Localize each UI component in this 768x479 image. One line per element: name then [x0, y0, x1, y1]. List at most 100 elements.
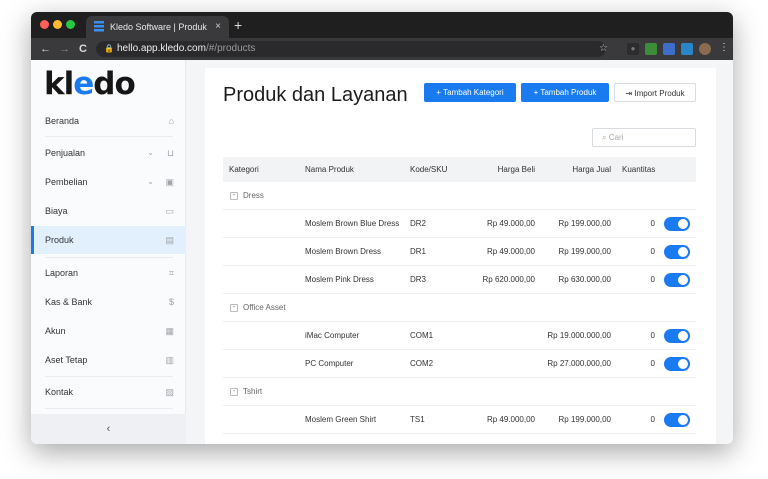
page-title: Produk dan Layanan — [223, 84, 408, 106]
category-name: Dress — [243, 191, 264, 200]
quantity: 0 — [650, 415, 655, 424]
box-icon: ▤ — [165, 235, 174, 245]
main-panel: Produk dan Layanan + Tambah Kategori + T… — [205, 68, 716, 444]
import-button-label: Import Produk — [634, 89, 685, 98]
import-product-button[interactable]: ⇥ Import Produk — [614, 83, 696, 102]
browser-tab[interactable]: Kledo Software | Produk × — [86, 16, 229, 38]
sidebar-item-kontak[interactable]: Kontak ▨ — [31, 378, 186, 406]
column-header: Nama Produk — [305, 165, 354, 174]
product-name[interactable]: Moslem Brown Dress — [305, 238, 381, 266]
sidebar-item-label: Aset Tetap — [45, 355, 88, 365]
product-name[interactable]: Moslem Pink Dress — [305, 266, 374, 294]
product-name[interactable]: iMac Computer — [305, 322, 359, 350]
address-toolbar: ← → C 🔒 hello.app.kledo.com/#/products ☆… — [31, 38, 733, 60]
url-host: hello.app.kledo.com — [117, 43, 206, 54]
sidebar-item-label: Pembelian — [45, 177, 88, 187]
building-icon: ▥ — [165, 355, 174, 365]
category-row[interactable]: - Office Asset — [223, 294, 696, 322]
extension-seo-icon[interactable] — [645, 43, 657, 55]
new-tab-button[interactable]: + — [234, 14, 242, 36]
extension-new-icon[interactable] — [681, 43, 693, 55]
bookmark-star-icon[interactable]: ☆ — [599, 41, 608, 57]
chevron-down-icon: ⌄ — [147, 177, 154, 186]
sidebar-item-produk[interactable]: Produk ▤ — [31, 226, 186, 254]
active-toggle[interactable] — [664, 413, 690, 427]
sidebar-item-pembelian[interactable]: Pembelian ⌄ ▣ — [31, 168, 186, 196]
sell-price: Rp 27.000.000,00 — [547, 359, 611, 368]
sidebar-item-label: Kas & Bank — [45, 297, 93, 307]
add-category-button[interactable]: + Tambah Kategori — [424, 83, 516, 102]
active-toggle[interactable] — [664, 273, 690, 287]
active-toggle[interactable] — [664, 357, 690, 371]
product-sku: DR3 — [410, 275, 427, 284]
lock-icon: 🔒 — [104, 44, 114, 53]
sidebar-item-beranda[interactable]: Beranda ⌂ — [31, 107, 186, 135]
search-icon: ⌕ — [602, 133, 607, 142]
chevron-down-icon: ⌄ — [147, 148, 154, 157]
browser-menu-icon[interactable]: ⋮ — [719, 42, 729, 53]
table-row[interactable]: PC Computer COM2 Rp 27.000.000,00 0 — [223, 350, 696, 378]
maximize-window-icon[interactable] — [66, 20, 75, 29]
collapse-toggle-icon[interactable]: - — [230, 192, 238, 200]
collapse-toggle-icon[interactable]: - — [230, 388, 238, 396]
sidebar-item-biaya[interactable]: Biaya ▭ — [31, 197, 186, 225]
bag-icon: ▣ — [165, 177, 174, 187]
table-row[interactable]: Moslem Brown Dress DR1 Rp 49.000,00 Rp 1… — [223, 238, 696, 266]
sidebar-item-label: Biaya — [45, 206, 68, 216]
column-header: Kategori — [229, 165, 259, 174]
table-row[interactable]: Moslem Green Shirt TS1 Rp 49.000,00 Rp 1… — [223, 406, 696, 434]
category-row[interactable]: - Tshirt — [223, 378, 696, 406]
extension-check-icon[interactable] — [663, 43, 675, 55]
profile-avatar[interactable] — [699, 43, 711, 55]
kledo-logo[interactable]: kledo — [44, 66, 136, 102]
sidebar-item-kas-bank[interactable]: Kas & Bank $ — [31, 288, 186, 316]
url-path: /#/products — [205, 43, 256, 54]
sell-price: Rp 199.000,00 — [558, 415, 612, 424]
kledo-favicon-icon — [94, 21, 104, 32]
sidebar-item-laporan[interactable]: Laporan ⌗ — [31, 259, 186, 287]
sidebar-item-akun[interactable]: Akun ▦ — [31, 317, 186, 345]
category-name: Office Asset — [243, 303, 286, 312]
extension-icon[interactable]: ● — [627, 43, 639, 55]
sidebar-item-label: Beranda — [45, 116, 80, 126]
browser-window: Kledo Software | Produk × + ← → C 🔒 hell… — [31, 12, 733, 444]
tab-close-icon[interactable]: × — [215, 16, 221, 38]
sidebar-item-aset-tetap[interactable]: Aset Tetap ▥ — [31, 346, 186, 374]
search-placeholder: Cari — [608, 133, 624, 142]
book-icon: ▦ — [165, 326, 174, 336]
sidebar-item-label: Penjualan — [45, 148, 86, 158]
category-row[interactable]: - Dress — [223, 182, 696, 210]
sidebar-collapse-button[interactable]: ‹ — [31, 414, 186, 444]
close-window-icon[interactable] — [40, 20, 49, 29]
active-toggle[interactable] — [664, 329, 690, 343]
active-toggle[interactable] — [664, 217, 690, 231]
active-toggle[interactable] — [664, 245, 690, 259]
minimize-window-icon[interactable] — [53, 20, 62, 29]
back-icon[interactable]: ← — [40, 40, 51, 58]
search-input[interactable]: ⌕ Cari — [592, 128, 696, 147]
reload-icon[interactable]: C — [79, 40, 87, 58]
column-header: Kuantitas — [622, 165, 656, 174]
column-header: Kode/SKU — [410, 165, 448, 174]
address-bar[interactable]: 🔒 hello.app.kledo.com/#/products ☆ — [96, 41, 608, 57]
product-name[interactable]: PC Computer — [305, 350, 353, 378]
collapse-toggle-icon[interactable]: - — [230, 304, 238, 312]
contact-card-icon: ▨ — [165, 387, 174, 397]
dollar-icon: $ — [168, 297, 174, 307]
quantity: 0 — [650, 359, 655, 368]
column-header: Harga Beli — [497, 165, 535, 174]
table-row[interactable]: iMac Computer COM1 Rp 19.000.000,00 0 — [223, 322, 696, 350]
sidebar-item-label: Laporan — [45, 268, 79, 278]
table-row[interactable]: Moslem Brown Blue Dress DR2 Rp 49.000,00… — [223, 210, 696, 238]
product-name[interactable]: Moslem Green Shirt — [305, 406, 376, 434]
product-name[interactable]: Moslem Brown Blue Dress — [305, 210, 399, 238]
product-sku: COM1 — [410, 331, 434, 340]
sidebar-item-penjualan[interactable]: Penjualan ⌄ ⊔ — [31, 139, 186, 167]
add-product-button[interactable]: + Tambah Produk — [521, 83, 609, 102]
sidebar-item-label: Kontak — [45, 387, 74, 397]
forward-icon[interactable]: → — [59, 40, 70, 58]
table-header: Kategori Nama Produk Kode/SKU Harga Beli… — [223, 157, 696, 182]
chevron-left-icon: ‹ — [106, 423, 111, 435]
import-icon: ⇥ — [625, 89, 633, 98]
table-row[interactable]: Moslem Pink Dress DR3 Rp 620.000,00 Rp 6… — [223, 266, 696, 294]
